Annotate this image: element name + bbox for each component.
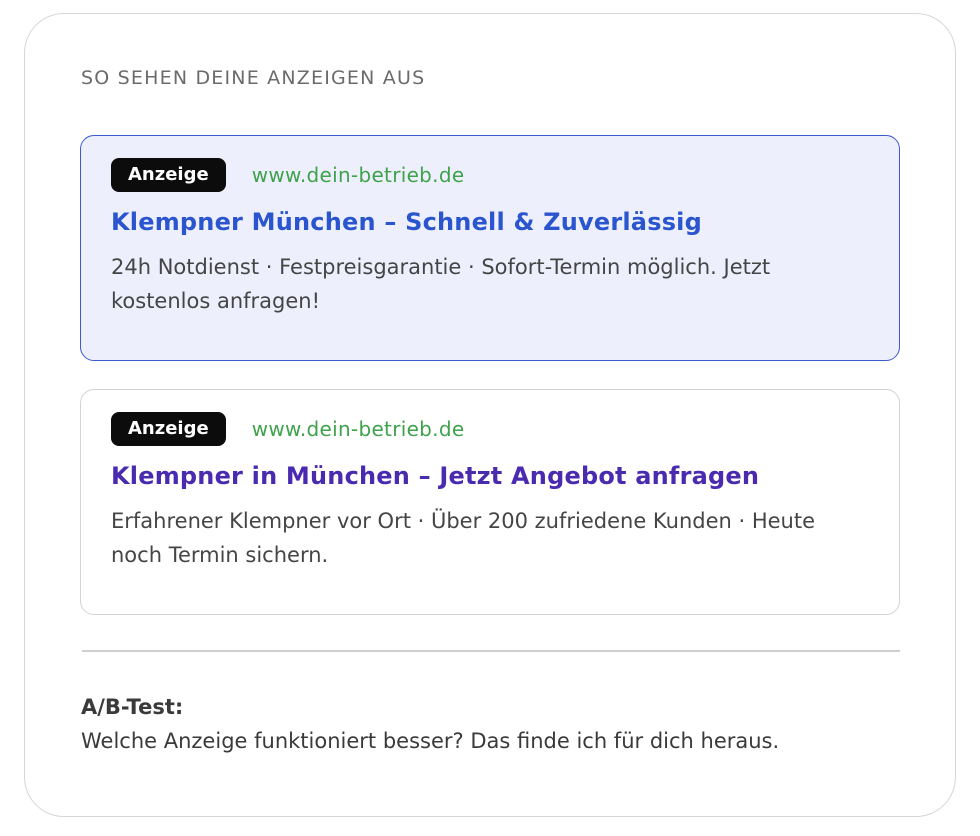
section-title: SO SEHEN DEINE ANZEIGEN AUS [81, 67, 426, 89]
ad-url: www.dein-betrieb.de [251, 163, 465, 187]
ad-header: Anzeige www.dein-betrieb.de [111, 158, 869, 192]
ad-title[interactable]: Klempner in München – Jetzt Angebot anfr… [111, 462, 869, 490]
ab-test-label: A/B-Test: [81, 695, 184, 719]
ad-description: 24h Notdienst · Festpreisgarantie · Sofo… [111, 255, 771, 313]
ad-preview-card: SO SEHEN DEINE ANZEIGEN AUS Anzeige www.… [24, 13, 956, 817]
ad-description: Erfahrener Klempner vor Ort · Über 200 z… [111, 509, 816, 567]
ad-badge: Anzeige [111, 158, 226, 192]
ab-test-text: Welche Anzeige funktioniert besser? Das … [81, 729, 780, 753]
ad-preview-variant-a[interactable]: Anzeige www.dein-betrieb.de Klempner Mün… [80, 135, 900, 361]
ad-url: www.dein-betrieb.de [251, 417, 465, 441]
divider [82, 650, 900, 652]
ad-header: Anzeige www.dein-betrieb.de [111, 412, 869, 446]
ad-preview-variant-b[interactable]: Anzeige www.dein-betrieb.de Klempner in … [80, 389, 900, 615]
ad-title[interactable]: Klempner München – Schnell & Zuverlässig [111, 208, 869, 236]
ad-badge: Anzeige [111, 412, 226, 446]
